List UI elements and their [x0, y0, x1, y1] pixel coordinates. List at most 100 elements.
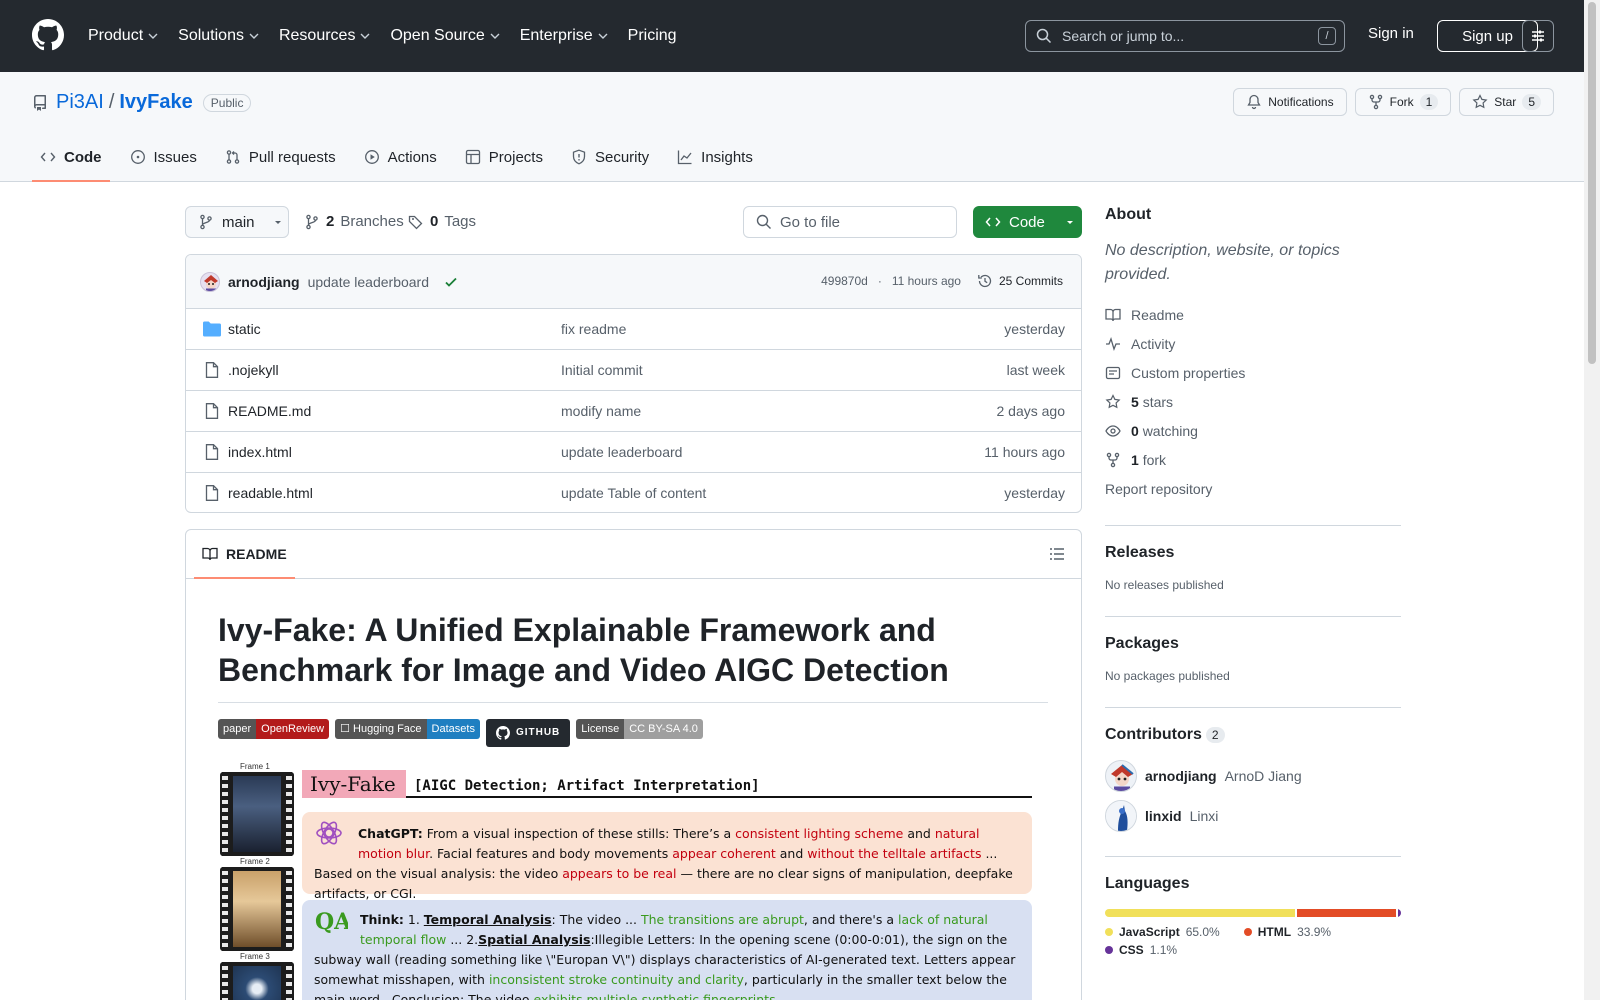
language-item[interactable]: HTML 33.9%	[1243, 925, 1331, 939]
frame-image	[233, 776, 281, 852]
file-row[interactable]: index.html update leaderboard 11 hours a…	[186, 432, 1081, 473]
nav-product[interactable]: Product	[88, 27, 158, 45]
language-item[interactable]: CSS 1.1%	[1105, 943, 1177, 957]
think-highlight: inconsistent stroke continuity and clari…	[488, 972, 744, 987]
nav-resources[interactable]: Resources	[279, 27, 370, 45]
tab-security[interactable]: Security	[563, 134, 657, 182]
file-commit-message[interactable]: modify name	[561, 403, 641, 419]
language-name: JavaScript	[1119, 925, 1180, 939]
nav-solutions[interactable]: Solutions	[178, 27, 259, 45]
file-row[interactable]: readable.html update Table of content ye…	[186, 473, 1081, 512]
language-item[interactable]: JavaScript 65.0%	[1105, 925, 1220, 939]
commits-link[interactable]: 25 Commits	[977, 273, 1063, 289]
contributor-item[interactable]: arnodjiang ArnoD Jiang	[1105, 756, 1401, 796]
page-scrollbar[interactable]	[1584, 0, 1600, 1000]
contributor-item[interactable]: linxid Linxi	[1105, 796, 1401, 836]
file-commit-message[interactable]: fix readme	[561, 321, 626, 337]
avatar[interactable]	[1105, 800, 1137, 832]
huggingface-badge[interactable]: ☐ Hugging Face Datasets	[335, 719, 480, 739]
check-icon[interactable]	[443, 274, 459, 290]
sign-in-link[interactable]: Sign in	[1368, 25, 1414, 42]
license-badge[interactable]: License CC BY-SA 4.0	[576, 719, 703, 739]
repo-owner-link[interactable]: Pi3AI	[56, 91, 104, 114]
watching-link[interactable]: 0 watching	[1105, 416, 1401, 445]
github-logo-icon[interactable]	[32, 19, 64, 51]
branches-link[interactable]: 2 Branches	[304, 213, 404, 230]
commit-message[interactable]: update leaderboard	[308, 274, 429, 290]
commit-author[interactable]: arnodjiang	[228, 274, 300, 290]
chat-highlight: appear coherent	[672, 846, 776, 861]
code-icon	[985, 217, 1001, 227]
forks-link[interactable]: 1 fork	[1105, 445, 1401, 474]
film-frame	[220, 772, 294, 856]
file-commit-message[interactable]: update Table of content	[561, 485, 706, 501]
tag-icon	[408, 215, 423, 229]
table-of-contents-icon[interactable]	[1049, 546, 1065, 562]
readme-tab[interactable]: README	[194, 530, 295, 579]
file-name[interactable]: readable.html	[228, 485, 313, 501]
tab-projects[interactable]: Projects	[457, 134, 551, 182]
file-name[interactable]: README.md	[228, 403, 311, 419]
branches-count: 2	[326, 213, 335, 230]
readme-link[interactable]: Readme	[1105, 300, 1401, 329]
tab-projects-label: Projects	[488, 148, 543, 166]
repo-sidebar: About No description, website, or topics…	[1105, 206, 1401, 957]
star-count: 5	[1522, 94, 1541, 110]
file-name[interactable]: index.html	[228, 444, 292, 460]
scrollbar-thumb[interactable]	[1588, 2, 1596, 364]
fork-icon	[1369, 94, 1382, 110]
contributor-login[interactable]: linxid	[1145, 808, 1182, 824]
tab-code[interactable]: Code	[32, 134, 110, 182]
custom-properties-link[interactable]: Custom properties	[1105, 358, 1401, 387]
avatar[interactable]	[1105, 760, 1137, 792]
nav-enterprise[interactable]: Enterprise	[520, 27, 608, 45]
jester-avatar-icon	[204, 274, 218, 291]
activity-link[interactable]: Activity	[1105, 329, 1401, 358]
tab-actions[interactable]: Actions	[356, 134, 445, 182]
contributors-heading[interactable]: Contributors 2	[1105, 726, 1401, 744]
paper-badge[interactable]: paper OpenReview	[218, 719, 330, 739]
file-row[interactable]: .nojekyll Initial commit last week	[186, 350, 1081, 391]
nav-open-source[interactable]: Open Source	[390, 27, 500, 45]
nav-solutions-label: Solutions	[178, 27, 244, 44]
chat-text: and	[903, 826, 935, 841]
file-commit-message[interactable]: update leaderboard	[561, 444, 682, 460]
github-badge[interactable]: GITHUB	[485, 719, 571, 747]
star-button[interactable]: Star 5	[1459, 88, 1554, 116]
releases-heading[interactable]: Releases	[1105, 544, 1401, 562]
graph-icon	[678, 150, 692, 165]
file-row[interactable]: README.md modify name 2 days ago	[186, 391, 1081, 432]
watching-count: 0	[1131, 422, 1139, 439]
file-name[interactable]: .nojekyll	[228, 362, 279, 378]
stars-link[interactable]: 5 stars	[1105, 387, 1401, 416]
repository-header: Pi3AI / IvyFake Public Notifications For…	[0, 72, 1584, 182]
fork-button[interactable]: Fork 1	[1354, 88, 1452, 116]
global-search-input[interactable]: Search or jump to... /	[1025, 20, 1345, 52]
tab-insights[interactable]: Insights	[669, 134, 761, 182]
file-icon	[205, 444, 219, 460]
packages-heading[interactable]: Packages	[1105, 635, 1401, 653]
file-row[interactable]: static fix readme yesterday	[186, 309, 1081, 350]
menu-button[interactable]	[1522, 20, 1554, 52]
author-avatar[interactable]	[200, 271, 220, 292]
code-dropdown-button[interactable]: Code	[973, 206, 1082, 238]
contributor-login[interactable]: arnodjiang	[1145, 768, 1217, 784]
repo-name-link[interactable]: IvyFake	[119, 91, 192, 114]
think-text: ... 2.	[446, 932, 479, 947]
tab-issues[interactable]: Issues	[122, 134, 205, 182]
notifications-button[interactable]: Notifications	[1233, 88, 1347, 116]
file-commit-message[interactable]: Initial commit	[561, 362, 643, 378]
contributors-count: 2	[1205, 727, 1225, 743]
tab-pull-requests[interactable]: Pull requests	[217, 134, 344, 182]
report-repository-link[interactable]: Report repository	[1105, 474, 1401, 503]
go-to-file-input[interactable]: Go to file	[743, 206, 957, 238]
branch-selector[interactable]: main	[185, 206, 289, 238]
commit-sha[interactable]: 499870d	[821, 274, 868, 288]
tags-link[interactable]: 0 Tags	[408, 213, 476, 230]
file-browser: arnodjiang update leaderboard 499870d · …	[185, 254, 1082, 513]
code-icon	[40, 152, 56, 162]
file-name[interactable]: static	[228, 321, 261, 337]
readme-tab-label: README	[226, 545, 287, 562]
qa-logo-icon: QA	[315, 909, 348, 935]
nav-pricing[interactable]: Pricing	[628, 27, 677, 45]
